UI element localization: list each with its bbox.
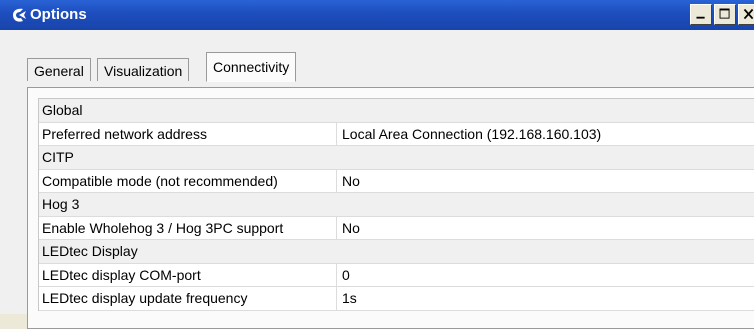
property-value[interactable]: 1s — [342, 290, 357, 306]
category-row-hog3[interactable]: Hog 3 — [39, 193, 754, 217]
tab-panel-connectivity: Global Preferred network address Local A… — [27, 87, 754, 329]
property-value[interactable]: No — [342, 220, 360, 236]
close-button[interactable] — [738, 4, 754, 25]
maximize-button[interactable] — [714, 4, 736, 25]
column-divider — [336, 169, 337, 192]
category-label: Global — [42, 102, 83, 118]
window-controls — [690, 4, 754, 26]
minimize-icon — [696, 16, 705, 19]
app-logo-icon — [13, 8, 26, 22]
column-divider — [336, 287, 337, 310]
property-row-ledtec-com-port[interactable]: LEDtec display COM-port 0 — [39, 263, 754, 287]
property-name: Enable Wholehog 3 / Hog 3PC support — [42, 219, 284, 236]
property-value[interactable]: Local Area Connection (192.168.160.103) — [342, 126, 601, 142]
property-name: LEDtec display COM-port — [42, 266, 201, 283]
property-name: Compatible mode (not recommended) — [42, 172, 278, 189]
column-divider — [336, 216, 337, 239]
tab-general[interactable]: General — [27, 58, 91, 81]
property-value[interactable]: No — [342, 173, 360, 189]
category-row-ledtec-display[interactable]: LEDtec Display — [39, 240, 754, 264]
title-bar[interactable]: Options — [0, 0, 754, 30]
tab-connectivity[interactable]: Connectivity — [206, 52, 297, 82]
category-label: CITP — [42, 149, 74, 165]
category-label: LEDtec Display — [42, 243, 138, 259]
property-row-wholehog-support[interactable]: Enable Wholehog 3 / Hog 3PC support No — [39, 216, 754, 240]
window-title: Options — [30, 6, 87, 23]
property-value[interactable]: 0 — [342, 267, 350, 283]
tab-visualization[interactable]: Visualization — [97, 58, 190, 81]
category-row-global[interactable]: Global — [39, 99, 754, 123]
column-divider — [336, 263, 337, 286]
category-row-citp[interactable]: CITP — [39, 146, 754, 170]
property-row-ledtec-update-frequency[interactable]: LEDtec display update frequency 1s — [39, 287, 754, 311]
close-icon — [743, 8, 754, 20]
property-name: Preferred network address — [42, 125, 207, 142]
dialog-body: General Visualization Connectivity Globa… — [0, 30, 754, 329]
property-row-compatible-mode[interactable]: Compatible mode (not recommended) No — [39, 169, 754, 193]
column-divider — [336, 122, 337, 145]
property-row-preferred-network-address[interactable]: Preferred network address Local Area Con… — [39, 122, 754, 146]
property-grid[interactable]: Global Preferred network address Local A… — [38, 98, 754, 311]
maximize-icon — [719, 8, 730, 19]
category-label: Hog 3 — [42, 196, 80, 212]
minimize-button[interactable] — [690, 4, 712, 25]
property-name: LEDtec display update frequency — [42, 290, 248, 306]
